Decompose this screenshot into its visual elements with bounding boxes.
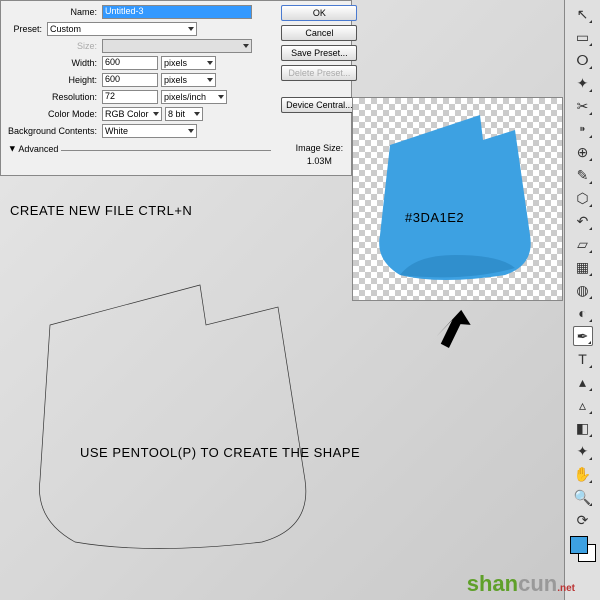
blur-tool-icon[interactable]: ◍: [573, 280, 593, 300]
callout-pentool: USE PENTOOL(P) TO CREATE THE SHAPE: [80, 445, 360, 460]
blue-curled-shape: [360, 100, 560, 300]
path-select-tool-icon[interactable]: ▴: [573, 372, 593, 392]
stamp-tool-icon[interactable]: ⬡: [573, 188, 593, 208]
new-file-dialog: Name: Untitled-3 Preset: Custom Size: Wi…: [0, 0, 352, 176]
ok-button[interactable]: OK: [281, 5, 357, 21]
3d-tool-icon[interactable]: ✦: [573, 441, 593, 461]
move-tool-icon[interactable]: ↖: [573, 4, 593, 24]
width-input[interactable]: 600: [102, 56, 158, 70]
hand-tool-icon[interactable]: ✋: [573, 464, 593, 484]
save-preset-button[interactable]: Save Preset...: [281, 45, 357, 61]
dialog-fields: Name: Untitled-3 Preset: Custom Size: Wi…: [1, 1, 277, 175]
wand-tool-icon[interactable]: ✦: [573, 73, 593, 93]
watermark: shancun.net: [467, 571, 575, 597]
dialog-buttons: OK Cancel Save Preset... Delete Preset..…: [277, 1, 361, 175]
colormode-bits-select[interactable]: 8 bit: [165, 107, 203, 121]
pen-tool-icon[interactable]: ✒: [573, 326, 593, 346]
pen-tool-outline: [30, 280, 350, 560]
callout-create-file: CREATE NEW FILE CTRL+N: [10, 203, 192, 218]
height-input[interactable]: 600: [102, 73, 158, 87]
delete-preset-button: Delete Preset...: [281, 65, 357, 81]
colormode-select[interactable]: RGB Color: [102, 107, 162, 121]
brush-tool-icon[interactable]: ✎: [573, 165, 593, 185]
direct-select-tool-icon[interactable]: ▵: [573, 395, 593, 415]
bg-label: Background Contents:: [7, 126, 102, 136]
gradient-tool-icon[interactable]: ▦: [573, 257, 593, 277]
name-input[interactable]: Untitled-3: [102, 5, 252, 19]
marquee-tool-icon[interactable]: ▭: [573, 27, 593, 47]
type-tool-icon[interactable]: T: [573, 349, 593, 369]
resolution-unit-select[interactable]: pixels/inch: [161, 90, 227, 104]
width-label: Width:: [7, 58, 102, 68]
history-brush-tool-icon[interactable]: ↶: [573, 211, 593, 231]
eraser-tool-icon[interactable]: ▱: [573, 234, 593, 254]
preset-label: Preset:: [7, 24, 47, 34]
resolution-input[interactable]: 72: [102, 90, 158, 104]
bg-select[interactable]: White: [102, 124, 197, 138]
heal-tool-icon[interactable]: ⊕: [573, 142, 593, 162]
chevron-right-icon: ▶: [9, 146, 17, 151]
eyedropper-tool-icon[interactable]: ⁍: [573, 119, 593, 139]
image-size-display: Image Size: 1.03M: [296, 142, 344, 167]
width-unit-select[interactable]: pixels: [161, 56, 216, 70]
advanced-toggle[interactable]: ▶ Advanced: [7, 141, 271, 154]
tools-palette: ↖ ▭ ⵔ ✦ ✂ ⁍ ⊕ ✎ ⬡ ↶ ▱ ▦ ◍ ◐ ✒ T ▴ ▵ ◧ ✦ …: [564, 0, 600, 600]
crop-tool-icon[interactable]: ✂: [573, 96, 593, 116]
dodge-tool-icon[interactable]: ◐: [573, 303, 593, 323]
rotate-view-icon[interactable]: ⟳: [573, 510, 593, 530]
color-swatches[interactable]: [570, 536, 596, 562]
colormode-label: Color Mode:: [7, 109, 102, 119]
cancel-button[interactable]: Cancel: [281, 25, 357, 41]
height-label: Height:: [7, 75, 102, 85]
resolution-label: Resolution:: [7, 92, 102, 102]
shape-tool-icon[interactable]: ◧: [573, 418, 593, 438]
preset-select[interactable]: Custom: [47, 22, 197, 36]
size-label: Size:: [7, 41, 102, 51]
callout-hex-color: #3DA1E2: [405, 210, 464, 225]
zoom-tool-icon[interactable]: 🔍: [573, 487, 593, 507]
device-central-button[interactable]: Device Central...: [281, 97, 357, 113]
annotation-arrow-icon: [432, 300, 482, 350]
name-label: Name:: [7, 7, 102, 17]
height-unit-select[interactable]: pixels: [161, 73, 216, 87]
fg-color-swatch[interactable]: [570, 536, 588, 554]
lasso-tool-icon[interactable]: ⵔ: [573, 50, 593, 70]
size-select: [102, 39, 252, 53]
